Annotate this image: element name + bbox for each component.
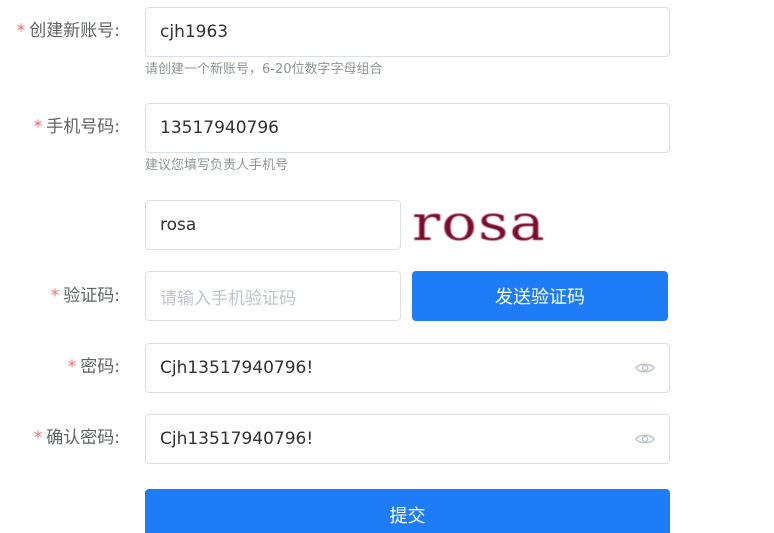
send-code-button-label: 发送验证码 [495,287,585,308]
account-label: * 创建新账号: [16,21,120,41]
sms-code-input[interactable]: 请输入手机验证码 [145,271,401,321]
password-input[interactable]: Cjh13517940796! [145,343,670,393]
required-mark: * [33,428,43,448]
password-input-value: Cjh13517940796! [160,358,314,378]
eye-icon[interactable] [635,361,655,375]
captcha-input-value: rosa [160,215,197,235]
account-input-value: cjh1963 [160,22,229,42]
register-form: * 创建新账号: cjh1963 请创建一个新账号，6-20位数字字母组合 * 手机… [0,0,774,533]
account-input[interactable]: cjh1963 [145,7,670,57]
captcha-image[interactable]: rosa [412,194,562,252]
confirm-password-label: * 确认密码: [33,428,120,448]
confirm-password-input-value: Cjh13517940796! [160,429,314,449]
sms-code-label: * 验证码: [50,286,120,306]
password-label: * 密码: [67,357,120,377]
captcha-image-text: rosa [412,194,546,252]
submit-button-label: 提交 [389,506,426,527]
sms-code-placeholder: 请输入手机验证码 [160,288,296,309]
account-hint: 请创建一个新账号，6-20位数字字母组合 [145,62,383,77]
eye-icon[interactable] [635,432,655,446]
required-mark: * [16,21,26,41]
required-mark: * [50,286,60,306]
required-mark: * [67,357,77,377]
phone-label: * 手机号码: [33,117,120,137]
phone-input-value: 13517940796 [160,118,279,138]
required-mark: * [33,117,43,137]
send-code-button[interactable]: 发送验证码 [412,271,668,321]
submit-button[interactable]: 提交 [145,489,670,533]
captcha-input[interactable]: rosa [145,200,401,250]
phone-input[interactable]: 13517940796 [145,103,670,153]
phone-hint: 建议您填写负责人手机号 [145,158,289,173]
confirm-password-input[interactable]: Cjh13517940796! [145,414,670,464]
